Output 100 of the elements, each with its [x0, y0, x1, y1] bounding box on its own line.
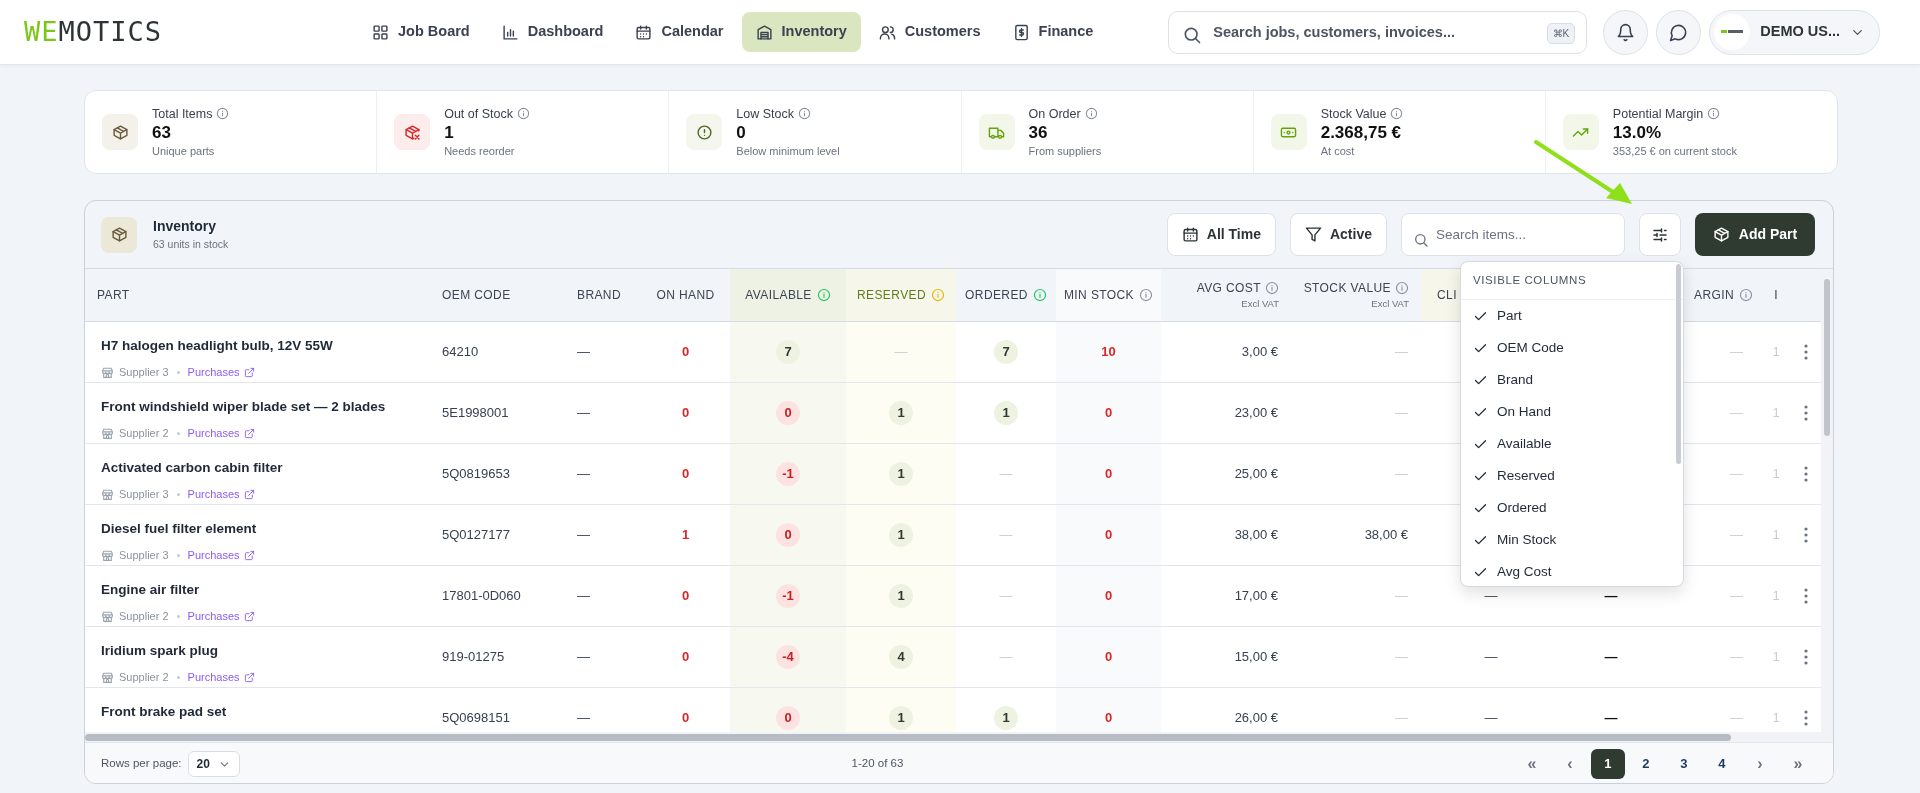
table-cell-text: —	[1395, 587, 1408, 606]
cube-icon	[1712, 226, 1730, 243]
page-button[interactable]: 3	[1667, 749, 1701, 779]
table-cell-text: 1	[1772, 404, 1780, 423]
column-settings-button[interactable]	[1639, 213, 1681, 256]
part-name[interactable]: Engine air filter	[101, 580, 200, 601]
table-cell-text: 38,00 €	[1234, 526, 1278, 545]
add-part-button[interactable]: Add Part	[1695, 213, 1815, 256]
table-cell-text: 1	[1772, 526, 1780, 545]
table-cell-text: —	[999, 526, 1013, 545]
table-cell-text: 0	[1104, 526, 1113, 545]
table-cell-text: 1	[1772, 648, 1780, 667]
purchases-link[interactable]: Purchases	[187, 669, 255, 686]
table-cell-text: 0	[681, 465, 690, 484]
count-badge: 1	[889, 462, 913, 486]
more-options-icon[interactable]	[1804, 710, 1808, 726]
page-nav-button[interactable]: »	[1781, 749, 1815, 779]
column-toggle[interactable]: OEM Code	[1461, 332, 1683, 364]
page-nav-button[interactable]: ›	[1743, 749, 1777, 779]
part-name[interactable]: Activated carbon cabin filter	[101, 458, 283, 479]
page-nav-button[interactable]: «	[1515, 749, 1549, 779]
scrollbar[interactable]	[1824, 279, 1830, 436]
table-cell-text: —	[1604, 587, 1618, 606]
column-toggle[interactable]: Ordered	[1461, 492, 1683, 524]
scrollbar[interactable]	[85, 734, 1731, 741]
column-toggle[interactable]: Brand	[1461, 364, 1683, 396]
part-name[interactable]: Front brake pad set	[101, 702, 227, 723]
rows-per-page-select[interactable]: 20	[187, 751, 240, 777]
external-link-icon	[243, 550, 255, 561]
table-cell-text: 5Q0819653	[442, 465, 510, 484]
part-name[interactable]: Front windshield wiper blade set — 2 blades	[101, 397, 386, 418]
funnel-icon	[1304, 226, 1322, 243]
purchases-link[interactable]: Purchases	[187, 364, 255, 381]
table-cell-text: 1	[1772, 343, 1780, 362]
column-header: BRAND	[577, 287, 621, 304]
purchases-link[interactable]: Purchases	[187, 425, 255, 442]
store-icon	[101, 427, 114, 440]
table-cell-text: 0	[1104, 465, 1113, 484]
info-icon	[1739, 288, 1753, 302]
table-cell-text: —	[1730, 404, 1743, 423]
table-cell-text: 0	[681, 709, 690, 728]
column-toggle[interactable]: Min Stock	[1461, 524, 1683, 556]
search-field[interactable]: Search items...	[1401, 213, 1625, 256]
column-header: MIN STOCK	[1063, 287, 1135, 304]
table-cell-text: —	[999, 648, 1013, 667]
purchases-link[interactable]: Purchases	[187, 608, 255, 625]
nav-tab[interactable]: Finance	[998, 12, 1108, 52]
column-toggle[interactable]: Part	[1461, 300, 1683, 332]
column-toggle[interactable]: Available	[1461, 428, 1683, 460]
cube-icon	[110, 226, 128, 243]
filter-button[interactable]: Active	[1289, 213, 1387, 256]
nav-tab[interactable]: Dashboard	[487, 12, 618, 52]
part-name[interactable]: Iridium spark plug	[101, 641, 219, 662]
stat-title: Out of Stock	[444, 105, 513, 123]
page-button[interactable]: 4	[1705, 749, 1739, 779]
count-badge: -4	[776, 645, 800, 669]
external-link-icon	[243, 489, 255, 500]
column-note: Excl VAT	[1371, 296, 1409, 311]
table-cell-text: 0	[1104, 709, 1113, 728]
stat-title: Stock Value	[1320, 105, 1387, 123]
more-options-icon[interactable]	[1804, 405, 1808, 421]
store-icon	[101, 366, 114, 379]
table-cell-text: —	[999, 587, 1013, 606]
count-badge: -1	[776, 584, 800, 608]
count-badge: -1	[776, 462, 800, 486]
purchases-link[interactable]: Purchases	[187, 486, 255, 503]
column-header: AVAILABLE	[745, 287, 812, 304]
cube-x-icon	[403, 123, 421, 141]
column-toggle[interactable]: Reserved	[1461, 460, 1683, 492]
table-cell-text: —	[1395, 404, 1408, 423]
info-icon	[1390, 107, 1404, 121]
users-icon	[878, 23, 896, 41]
page-button[interactable]: 2	[1629, 749, 1663, 779]
count-badge: 1	[889, 706, 913, 730]
table-cell-text: 0	[681, 587, 690, 606]
more-options-icon[interactable]	[1804, 649, 1808, 665]
nav-tab[interactable]: Calendar	[621, 12, 738, 52]
page-button[interactable]: 1	[1591, 749, 1625, 779]
part-name[interactable]: H7 halogen headlight bulb, 12V 55W	[101, 336, 333, 357]
column-toggle[interactable]: On Hand	[1461, 396, 1683, 428]
nav-tab[interactable]: Job Board	[358, 12, 484, 52]
table-cell-text: —	[577, 648, 590, 667]
nav-tab[interactable]: Inventory	[741, 12, 861, 52]
more-options-icon[interactable]	[1804, 527, 1808, 543]
stat-title: Total Items	[152, 105, 213, 123]
filter-button[interactable]: All Time	[1166, 213, 1276, 256]
nav-tab[interactable]: Customers	[864, 12, 995, 52]
part-name[interactable]: Diesel fuel filter element	[101, 519, 257, 540]
column-toggle[interactable]: Avg Cost	[1461, 556, 1683, 586]
more-options-icon[interactable]	[1804, 588, 1808, 604]
stat-caption: At cost	[1320, 143, 1356, 159]
supplier-name: Supplier 2	[119, 670, 169, 686]
purchases-link[interactable]: Purchases	[187, 547, 255, 564]
count-badge: 4	[889, 645, 913, 669]
more-options-icon[interactable]	[1804, 466, 1808, 482]
column-header: PART	[97, 287, 130, 304]
more-options-icon[interactable]	[1804, 344, 1808, 360]
dot-separator	[176, 371, 180, 374]
user-menu[interactable]: DEMO US...	[1709, 9, 1880, 55]
page-nav-button[interactable]: ‹	[1553, 749, 1587, 779]
